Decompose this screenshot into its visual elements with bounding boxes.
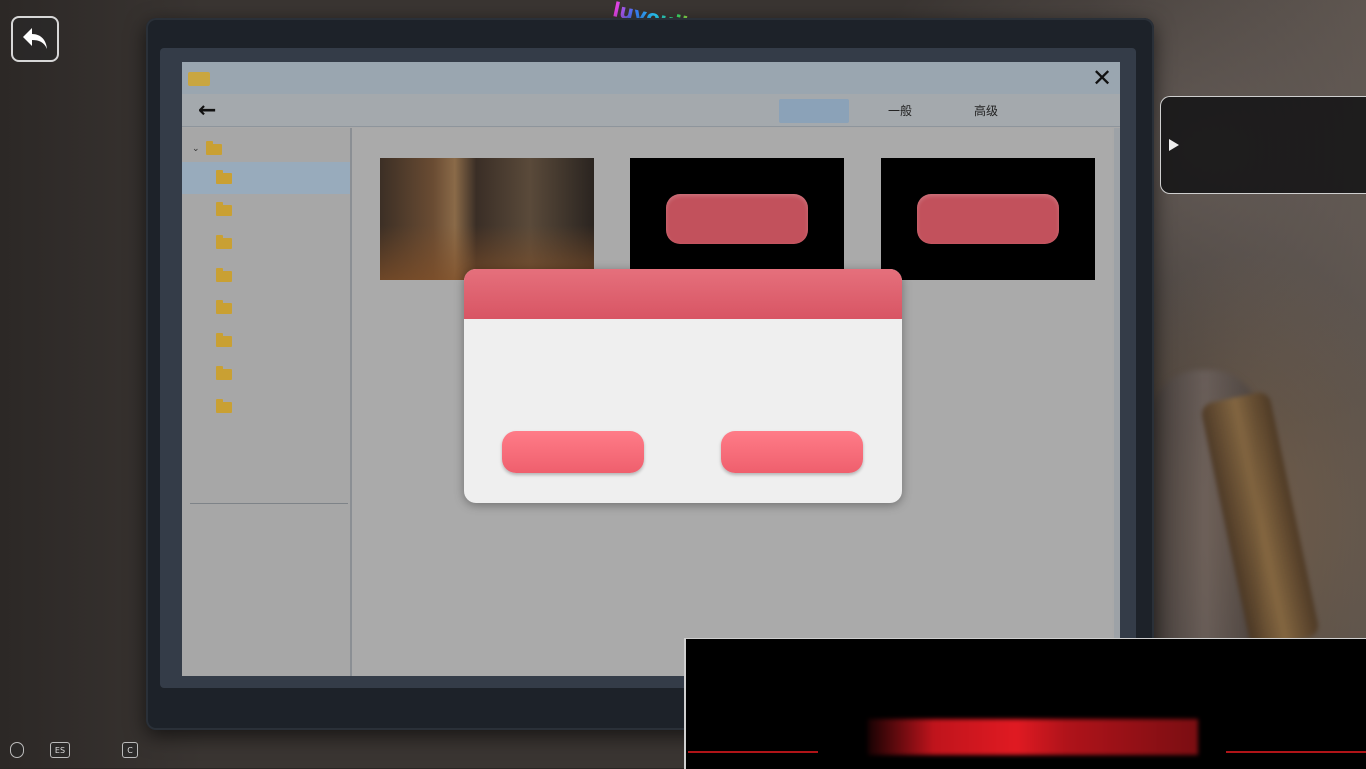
room-preview-image [380,158,594,280]
tab-active[interactable] [779,99,849,123]
sidebar-item[interactable] [182,162,350,194]
sidebar-item[interactable] [182,391,350,423]
back-arrow-icon[interactable]: ← [198,98,216,123]
sidebar-item[interactable] [182,358,350,390]
folder-icon [216,201,232,216]
close-icon[interactable]: ✕ [1090,66,1114,90]
tab-general[interactable]: 一般 [872,99,928,123]
key-label: C [127,745,133,755]
file-thumbnail[interactable] [881,158,1095,280]
folder-icon [216,365,232,380]
video-line [688,751,818,753]
folder-icon [216,234,232,249]
key-hint-c: C [122,742,138,758]
chevron-down-icon: ⌄ [192,144,200,154]
sidebar-item[interactable] [182,292,350,324]
folder-icon [188,72,210,86]
sidebar-divider [190,503,348,504]
tab-advanced[interactable]: 高级 [958,99,1014,123]
back-button[interactable] [11,16,59,62]
sidebar-tree-root[interactable]: ⌄ [192,138,228,160]
thumbnail-button-graphic [666,194,808,244]
sidebar-item[interactable] [182,260,350,292]
sidebar-item[interactable] [182,227,350,259]
toolbar: ← 一般 高级 [182,94,1120,127]
thumbnail-button-graphic [917,194,1059,244]
video-line [1226,751,1366,753]
dialog-left-button[interactable] [502,431,644,473]
file-thumbnail[interactable] [630,158,844,280]
window-titlebar: ✕ [182,62,1120,94]
video-frame-graphic [868,719,1198,755]
sidebar-item[interactable] [182,194,350,226]
undo-arrow-icon [23,28,47,49]
folder-icon [216,169,232,184]
dialog-header [464,269,902,319]
sidebar: ⌄ [182,128,352,676]
video-preview-panel [684,638,1366,769]
folder-icon [216,267,232,282]
key-hint-esc: ES [50,742,70,758]
folder-icon [216,332,232,347]
scrollbar[interactable] [1114,128,1120,676]
confirm-dialog [464,269,902,503]
side-media-panel [1160,96,1366,194]
tab-other[interactable] [1042,99,1102,123]
key-label: ES [54,745,66,755]
folder-icon [216,398,232,413]
sidebar-item[interactable] [182,325,350,357]
folder-icon [205,140,222,155]
mouse-icon [10,742,24,758]
dialog-right-button[interactable] [721,431,863,473]
file-thumbnail[interactable] [380,158,594,280]
play-icon[interactable] [1169,139,1179,151]
folder-icon [216,299,232,314]
